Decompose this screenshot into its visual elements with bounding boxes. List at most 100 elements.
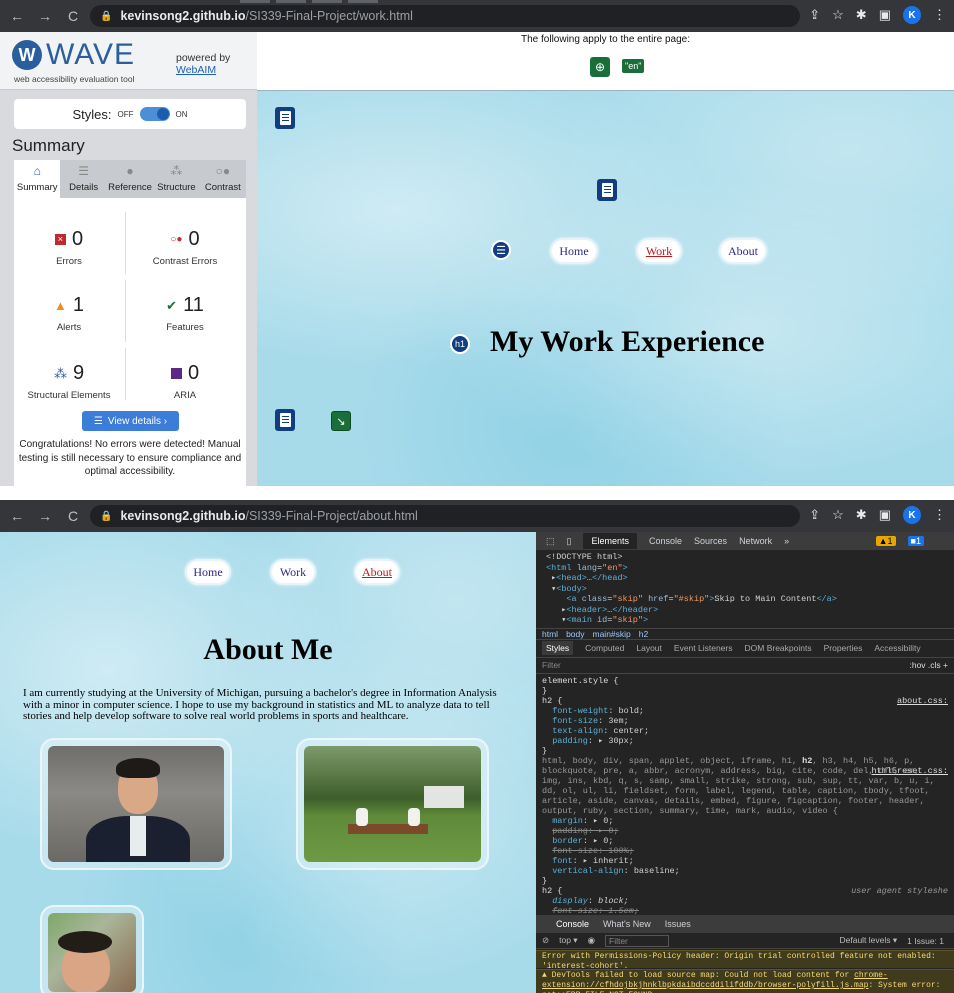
footer-region-icon[interactable]	[275, 409, 295, 431]
webaim-link[interactable]: WebAIM	[176, 64, 230, 76]
header-region-icon[interactable]	[275, 107, 295, 129]
tab-reference[interactable]: ● Reference	[107, 160, 153, 198]
device-toolbar-icon[interactable]: ▯	[567, 536, 572, 547]
h1-badge-icon[interactable]: h1	[450, 334, 470, 354]
wave-logo-text: WAVE	[46, 38, 136, 71]
more-tabs-icon[interactable]: »	[784, 536, 789, 546]
page-level-notice: The following apply to the entire page:	[521, 34, 690, 45]
console-warning-2: ▲ DevTools failed to load source map: Co…	[536, 969, 954, 993]
home-icon: ⌂	[33, 164, 41, 178]
browser-window-about: ← → C 🔒 kevinsong2.github.io/SI339-Final…	[0, 500, 954, 993]
stat-aria[interactable]: 0 ARIA	[130, 362, 240, 401]
stat-alerts[interactable]: ▲ 1 Alerts	[14, 294, 124, 333]
inspect-icon[interactable]: ⬚	[546, 536, 555, 547]
contrast-errors-label: Contrast Errors	[152, 256, 218, 267]
clear-console-icon[interactable]: ⊘	[542, 935, 549, 946]
profile-avatar[interactable]: K	[903, 506, 921, 524]
tab-summary[interactable]: ⌂ Summary	[14, 160, 61, 198]
drawer-tab-whats-new[interactable]: What's New	[603, 919, 651, 929]
powered-by-label: powered by	[176, 52, 231, 64]
stat-features[interactable]: ✔ 11 Features	[130, 294, 240, 333]
alert-icon: ▲	[54, 298, 67, 313]
nav-home-link[interactable]: Home	[185, 559, 231, 585]
language-badge[interactable]: "en"	[622, 59, 645, 73]
console-filter-input[interactable]: Filter	[605, 934, 669, 947]
url-host: kevinsong2.github.io	[120, 509, 246, 523]
subtab-accessibility[interactable]: Accessibility	[874, 643, 920, 653]
tab-console[interactable]: Console	[649, 536, 682, 546]
crumb-main[interactable]: main#skip	[593, 629, 631, 639]
subtab-dom-breakpoints[interactable]: DOM Breakpoints	[745, 643, 812, 653]
nav-about-link[interactable]: About	[354, 559, 400, 585]
nav-work-link[interactable]: Work	[270, 559, 316, 585]
default-levels-dropdown[interactable]: Default levels ▾	[839, 935, 897, 946]
wave-tagline: web accessibility evaluation tool	[14, 74, 135, 84]
subtab-computed[interactable]: Computed	[585, 643, 624, 653]
subtab-styles[interactable]: Styles	[542, 641, 574, 655]
sidepanel-icon[interactable]: ▣	[879, 7, 891, 23]
bookmark-star-icon[interactable]: ☆	[832, 507, 844, 523]
about-page-content: Home Work About About Me I am currently …	[0, 532, 536, 993]
tab-sources[interactable]: Sources	[694, 536, 727, 546]
menu-icon[interactable]: ⋮	[933, 507, 946, 523]
globe-icon[interactable]: ⊕	[590, 57, 610, 77]
skip-link-target-icon[interactable]: ↘	[331, 411, 351, 431]
tab-contrast[interactable]: ○● Contrast	[200, 160, 246, 198]
menu-icon[interactable]: ⋮	[933, 7, 946, 23]
view-details-button[interactable]: ☰ View details ›	[82, 411, 179, 431]
contrast-icon: ○●	[215, 164, 231, 178]
forward-icon[interactable]: →	[34, 8, 56, 24]
stat-structural[interactable]: ⁂ 9 Structural Elements	[14, 362, 124, 401]
crumb-html[interactable]: html	[542, 629, 558, 639]
dom-tree: <!DOCTYPE html> <html lang="en"> ▸<head>…	[546, 552, 837, 625]
url-path: /SI339-Final-Project/about.html	[245, 509, 418, 523]
outdoor-bench-photo	[296, 738, 489, 870]
subtab-layout[interactable]: Layout	[636, 643, 662, 653]
navigation-region-icon[interactable]	[597, 179, 617, 201]
stat-contrast-errors[interactable]: ○● 0 Contrast Errors	[130, 228, 240, 267]
warning-count-badge[interactable]: ▲1	[875, 536, 896, 546]
share-icon[interactable]: ⇪	[809, 7, 820, 23]
address-bar[interactable]: 🔒 kevinsong2.github.io/SI339-Final-Proje…	[90, 5, 800, 27]
styles-filter-tools[interactable]: :hov .cls +	[909, 660, 948, 670]
drawer-tab-issues[interactable]: Issues	[665, 919, 691, 929]
unordered-list-icon[interactable]: ☰	[491, 240, 511, 260]
tab-network[interactable]: Network	[739, 536, 772, 546]
url-host: kevinsong2.github.io	[120, 9, 246, 23]
tab-structure[interactable]: ⁂ Structure	[153, 160, 199, 198]
hierarchy-icon: ⁂	[170, 164, 183, 178]
forward-icon[interactable]: →	[34, 508, 56, 524]
tab-details[interactable]: ☰ Details	[60, 160, 106, 198]
address-bar[interactable]: 🔒 kevinsong2.github.io/SI339-Final-Proje…	[90, 505, 800, 527]
issues-button[interactable]: 1 Issue: 1	[907, 936, 944, 946]
lock-icon: 🔒	[100, 510, 113, 522]
extensions-icon[interactable]: ✱	[856, 7, 867, 23]
drawer-tab-console[interactable]: Console	[556, 919, 589, 929]
stat-errors[interactable]: × 0 Errors	[14, 228, 124, 267]
info-count-badge[interactable]: ■1	[907, 536, 924, 546]
share-icon[interactable]: ⇪	[809, 507, 820, 523]
reload-icon[interactable]: C	[62, 8, 84, 24]
nav-work-link[interactable]: Work	[636, 238, 682, 264]
bookmark-star-icon[interactable]: ☆	[832, 7, 844, 23]
sidepanel-icon[interactable]: ▣	[879, 507, 891, 523]
styles-filter[interactable]: Filter :hov .cls +	[536, 658, 954, 674]
subtab-properties[interactable]: Properties	[824, 643, 863, 653]
styles-on-label: ON	[175, 109, 188, 119]
extensions-icon[interactable]: ✱	[856, 507, 867, 523]
context-selector[interactable]: top ▾	[559, 935, 577, 946]
back-icon[interactable]: ←	[6, 8, 28, 24]
page-heading: About Me	[203, 633, 333, 666]
tab-elements[interactable]: Elements	[583, 533, 637, 549]
back-icon[interactable]: ←	[6, 508, 28, 524]
styles-toggle[interactable]	[139, 107, 170, 121]
eye-icon[interactable]: ◉	[588, 935, 595, 946]
crumb-body[interactable]: body	[566, 629, 584, 639]
crumb-h2[interactable]: h2	[639, 629, 648, 639]
css-rules: element.style { } h2 {about.css: font-we…	[542, 675, 948, 926]
profile-avatar[interactable]: K	[903, 6, 921, 24]
nav-about-link[interactable]: About	[719, 238, 767, 264]
subtab-event-listeners[interactable]: Event Listeners	[674, 643, 733, 653]
nav-home-link[interactable]: Home	[550, 238, 598, 264]
reload-icon[interactable]: C	[62, 508, 84, 524]
